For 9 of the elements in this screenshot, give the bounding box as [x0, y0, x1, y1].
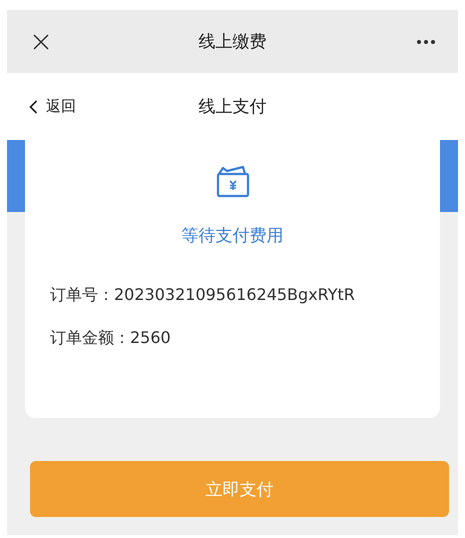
- page-title: 线上支付: [198, 96, 266, 118]
- chevron-left-icon: [29, 100, 38, 114]
- order-detail: 订单金额：2560: [50, 328, 172, 349]
- back-button[interactable]: 返回: [29, 97, 76, 116]
- status-text: 等待支付费用: [182, 225, 284, 247]
- more-icon[interactable]: [416, 38, 436, 44]
- window-title: 线上缴费: [198, 31, 266, 53]
- close-icon[interactable]: [33, 34, 49, 50]
- order-detail: 订单号：20230321095616245BgxRYtR: [50, 285, 356, 306]
